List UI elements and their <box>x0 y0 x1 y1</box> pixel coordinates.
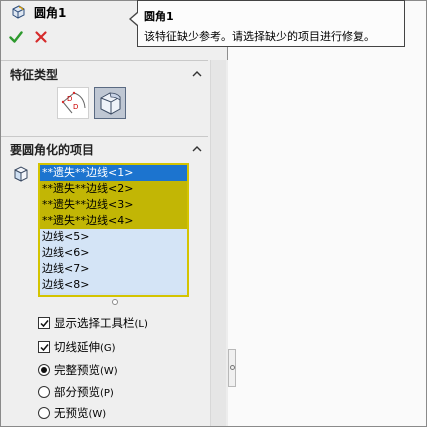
option-label: 完整预览 <box>54 363 100 377</box>
graphics-area[interactable] <box>228 1 426 426</box>
radio-unselected[interactable] <box>38 407 50 419</box>
list-resize-handle[interactable] <box>112 299 118 305</box>
section-divider <box>1 136 208 137</box>
radio-selected[interactable] <box>38 364 50 376</box>
list-item[interactable]: 边线<8> <box>40 277 187 293</box>
list-item[interactable]: 边线<6> <box>40 245 187 261</box>
no-preview-radio[interactable]: 无预览(W) <box>38 404 106 422</box>
list-item[interactable]: **遗失**边线<3> <box>40 197 187 213</box>
ok-button[interactable] <box>9 30 23 44</box>
tooltip-message: 该特征缺少参考。请选择缺少的项目进行修复。 <box>144 30 375 43</box>
option-label: 部分预览 <box>54 385 100 399</box>
items-to-fillet-title: 要圆角化的项目 <box>10 143 95 157</box>
checkbox-checked[interactable] <box>38 341 50 353</box>
list-item[interactable]: **遗失**边线<4> <box>40 213 187 229</box>
fillet-feature-icon <box>12 5 25 19</box>
option-label: 切线延伸 <box>54 340 100 354</box>
list-item[interactable]: 边线<7> <box>40 261 187 277</box>
face-fillet-icon <box>100 92 121 115</box>
tooltip-title: 圆角1 <box>144 10 174 23</box>
scrollbar-thumb[interactable] <box>211 60 226 426</box>
option-label: 无预览 <box>54 406 89 420</box>
feature-title: 圆角1 <box>34 6 67 20</box>
option-shortcut: (W) <box>88 409 107 420</box>
list-item[interactable]: **遗失**边线<1> <box>40 165 187 181</box>
chevron-up-icon[interactable] <box>191 69 203 79</box>
partial-preview-radio[interactable]: 部分预览(P) <box>38 383 114 401</box>
full-preview-radio[interactable]: 完整预览(W) <box>38 361 118 379</box>
panel-splitter-handle[interactable] <box>228 349 236 387</box>
constant-size-fillet-button[interactable]: D D <box>57 87 89 119</box>
list-item[interactable]: 边线<5> <box>40 229 187 245</box>
checkbox-checked[interactable] <box>38 317 50 329</box>
list-item[interactable]: **遗失**边线<2> <box>40 181 187 197</box>
tooltip-pointer-fill <box>131 13 138 25</box>
option-label: 显示选择工具栏 <box>54 316 135 330</box>
tangent-propagation-checkbox[interactable]: 切线延伸(G) <box>38 338 116 356</box>
svg-text:D: D <box>67 95 72 103</box>
cancel-button[interactable] <box>34 30 48 44</box>
chevron-up-icon[interactable] <box>191 144 203 154</box>
feature-type-title: 特征类型 <box>10 68 59 82</box>
option-shortcut: (W) <box>100 366 118 377</box>
option-shortcut: (G) <box>100 343 116 354</box>
face-fillet-button[interactable] <box>94 87 126 119</box>
section-divider <box>1 60 208 61</box>
show-selection-toolbar-checkbox[interactable]: 显示选择工具栏(L) <box>38 314 148 332</box>
grip-dot-icon <box>230 365 235 370</box>
edge-face-icon <box>14 166 28 182</box>
option-shortcut: (P) <box>100 388 114 399</box>
option-shortcut: (L) <box>134 319 148 330</box>
constant-size-fillet-icon: D D <box>61 91 86 114</box>
radio-unselected[interactable] <box>38 386 50 398</box>
svg-text:D: D <box>73 103 78 111</box>
items-to-fillet-list[interactable]: **遗失**边线<1> **遗失**边线<2> **遗失**边线<3> **遗失… <box>38 163 189 297</box>
missing-reference-tooltip: 圆角1 该特征缺少参考。请选择缺少的项目进行修复。 <box>137 0 405 47</box>
